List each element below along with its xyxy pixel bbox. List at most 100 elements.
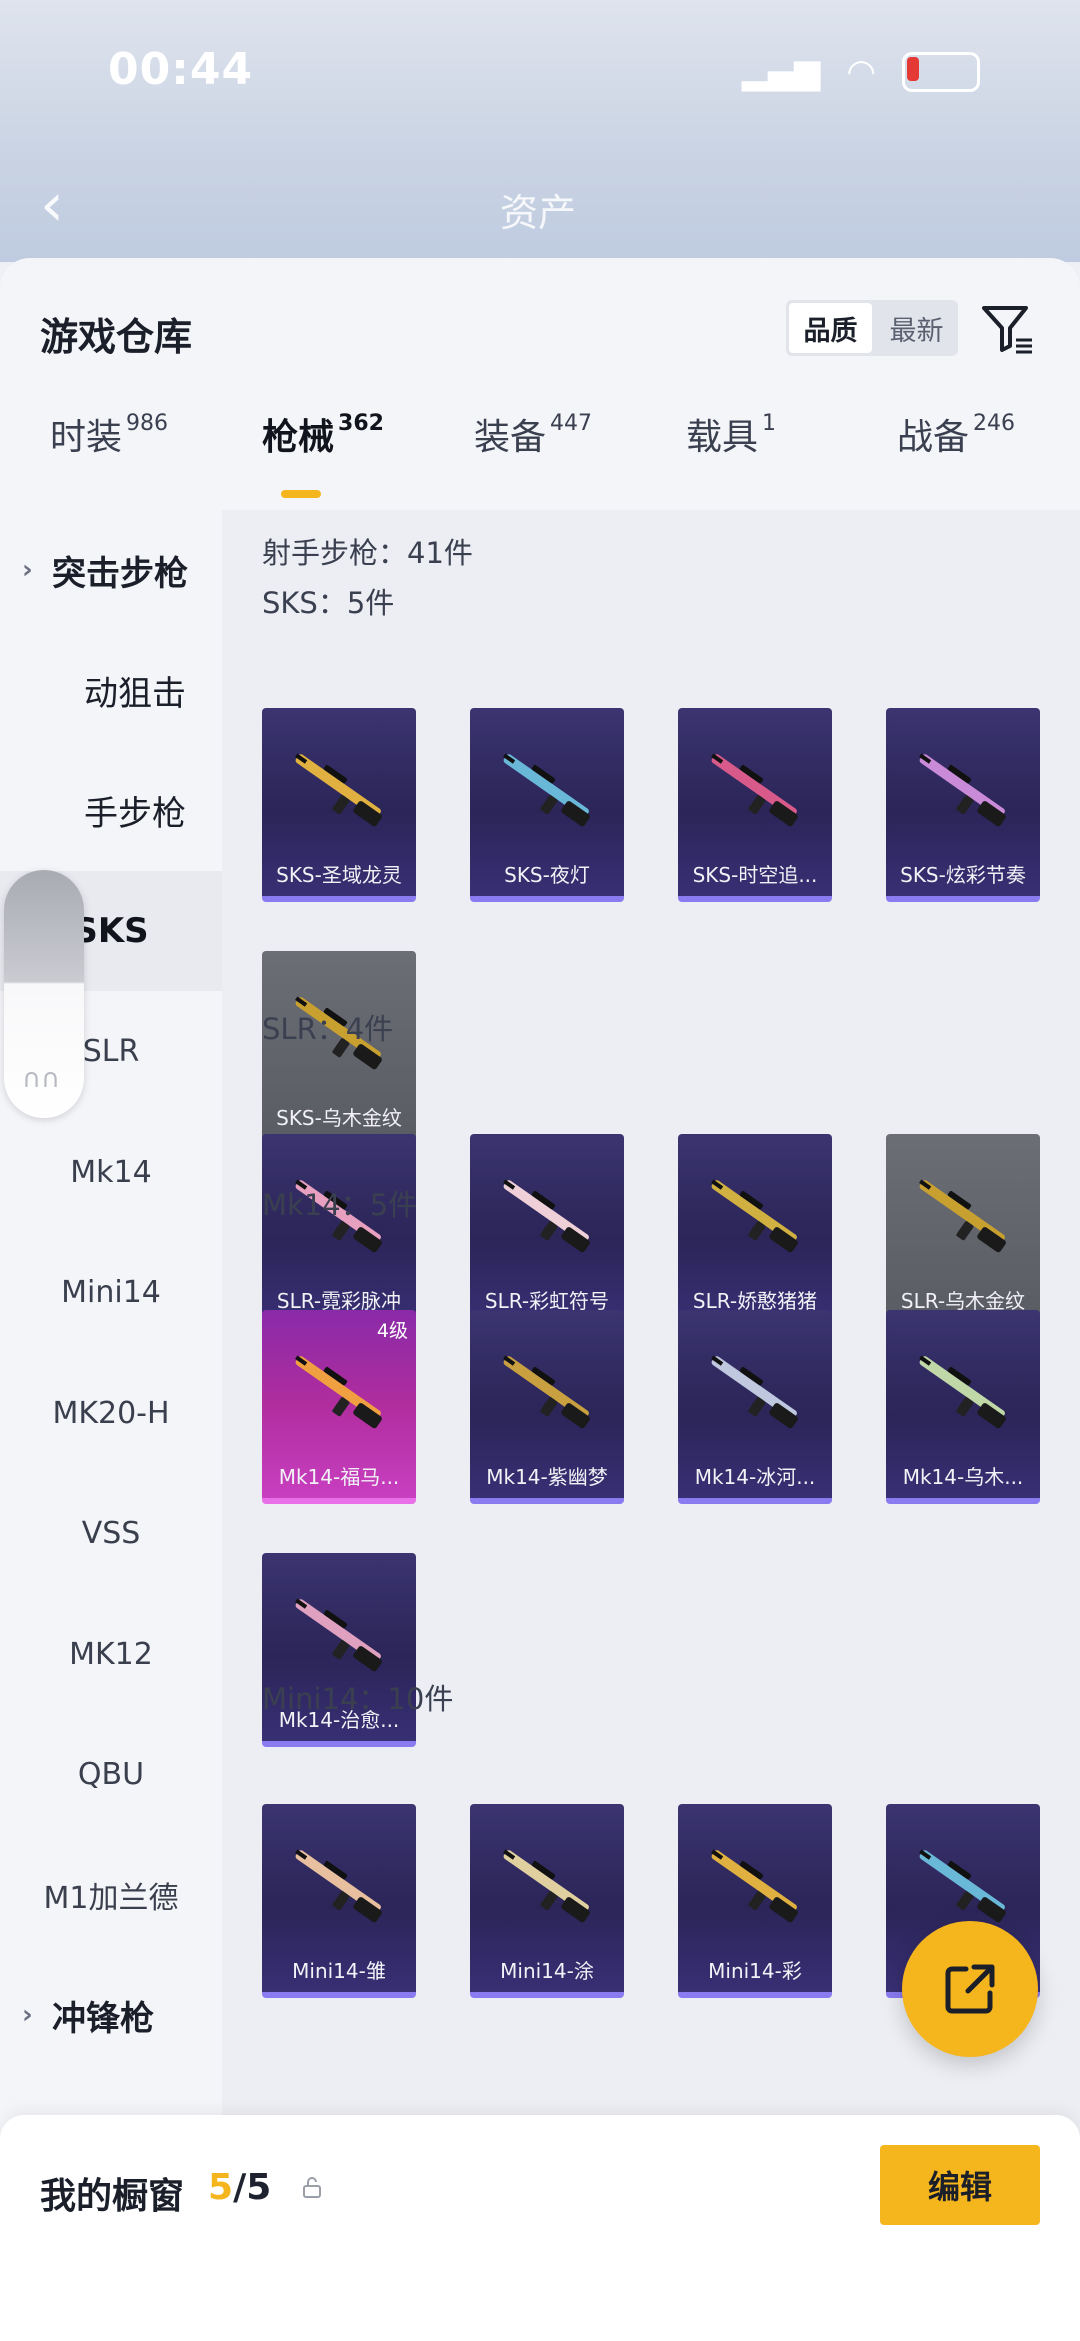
showcase-bar: 我的橱窗 5/5 编辑 bbox=[0, 2115, 1080, 2341]
tab-count: 362 bbox=[338, 411, 384, 436]
item-card[interactable]: Mini14-涂 bbox=[470, 1804, 624, 1998]
sidebar-group-smg[interactable]: › 冲锋枪 bbox=[0, 1955, 222, 2075]
chevron-right-icon: › bbox=[22, 555, 33, 585]
sort-toggle: 品质 最新 bbox=[786, 300, 958, 356]
item-card[interactable]: SLR-乌木金纹 bbox=[886, 1134, 1040, 1328]
tab-supplies[interactable]: 战备 246 bbox=[897, 408, 1015, 460]
chevron-right-icon: › bbox=[22, 2000, 33, 2030]
showcase-label: 我的橱窗 bbox=[40, 2176, 185, 2217]
tab-fashion[interactable]: 时装 986 bbox=[50, 408, 168, 460]
item-card[interactable]: SKS-炫彩节奏 bbox=[886, 708, 1040, 902]
sidebar-item-label: 手步枪 bbox=[84, 793, 186, 834]
item-card[interactable]: Mk14-冰河... bbox=[678, 1310, 832, 1504]
item-card[interactable]: Mini14-雏 bbox=[262, 1804, 416, 1998]
item-name: SKS-乌木金纹 bbox=[276, 1106, 402, 1130]
sidebar-item-mk20h[interactable]: MK20-H bbox=[0, 1353, 222, 1473]
sort-option-quality[interactable]: 品质 bbox=[789, 303, 872, 353]
app-header: 00:44 ▂▄▆ ◠ ‹ 资产 bbox=[0, 0, 1080, 262]
item-grid: 射手步枪：41件 SKS：5件 SKS-圣域龙灵 SKS-夜灯 SKS-时空追... S… bbox=[222, 510, 1080, 2341]
item-card[interactable]: SKS-时空追... bbox=[678, 708, 832, 902]
item-name: Mk14-福马... bbox=[278, 1465, 400, 1489]
rifle-icon bbox=[919, 1849, 1006, 1923]
share-button[interactable] bbox=[902, 1921, 1038, 2057]
section-label: SKS：5件 bbox=[262, 586, 395, 620]
sidebar-item-vss[interactable]: VSS bbox=[0, 1473, 222, 1593]
tab-count: 447 bbox=[550, 411, 593, 436]
item-card[interactable]: SKS-乌木金纹 bbox=[262, 951, 416, 1145]
section-label: Mini14：10件 bbox=[262, 1682, 454, 1716]
status-time: 00:44 bbox=[108, 44, 254, 95]
category-tabs: 时装 986 枪械 362 装备 447 载具 1 战备 246 bbox=[0, 408, 1080, 508]
rifle-icon bbox=[503, 1179, 590, 1253]
sidebar-item-mk14[interactable]: Mk14 bbox=[0, 1112, 222, 1232]
section-label: SLR：4件 bbox=[262, 1012, 394, 1046]
rifle-icon bbox=[295, 1598, 382, 1672]
rifle-icon bbox=[295, 753, 382, 827]
tab-firearms[interactable]: 枪械 362 bbox=[262, 408, 384, 460]
edit-button[interactable]: 编辑 bbox=[880, 2145, 1040, 2225]
tab-label: 载具 bbox=[686, 417, 759, 458]
sidebar-item-qbu[interactable]: QBU bbox=[0, 1714, 222, 1834]
item-name: Mk14-紫幽梦 bbox=[486, 1465, 608, 1489]
wifi-icon: ◠ bbox=[846, 52, 876, 92]
showcase-count-current: 5 bbox=[208, 2167, 234, 2208]
sort-option-newest[interactable]: 最新 bbox=[875, 300, 958, 356]
tab-equipment[interactable]: 装备 447 bbox=[474, 408, 592, 460]
sidebar-item-mk12[interactable]: MK12 bbox=[0, 1594, 222, 1714]
rifle-icon bbox=[919, 1179, 1006, 1253]
item-card[interactable]: 4级 Mk14-福马... bbox=[262, 1310, 416, 1504]
earbuds-icon: ∩∩ bbox=[22, 1064, 61, 1094]
tab-label: 战备 bbox=[897, 417, 970, 458]
sidebar-group-assault-rifles[interactable]: › 突击步枪 bbox=[0, 510, 222, 630]
active-tab-indicator bbox=[281, 490, 321, 498]
item-card[interactable]: SLR-娇憨猪猪 bbox=[678, 1134, 832, 1328]
share-external-icon bbox=[945, 1964, 995, 2014]
item-name: Mini14-雏 bbox=[292, 1959, 386, 1983]
item-card[interactable]: Mini14-彩 bbox=[678, 1804, 832, 1998]
rifle-icon bbox=[711, 753, 798, 827]
rifle-icon bbox=[503, 1355, 590, 1429]
rifle-icon bbox=[919, 753, 1006, 827]
status-icons: ▂▄▆ ◠ bbox=[742, 52, 980, 92]
tab-label: 枪械 bbox=[262, 417, 335, 458]
rifle-icon bbox=[295, 1849, 382, 1923]
lock-icon bbox=[303, 2177, 321, 2198]
item-card[interactable]: SKS-圣域龙灵 bbox=[262, 708, 416, 902]
item-card[interactable]: Mk14-紫幽梦 bbox=[470, 1310, 624, 1504]
rifle-icon bbox=[711, 1179, 798, 1253]
signal-icon: ▂▄▆ bbox=[741, 52, 821, 92]
back-button[interactable]: ‹ bbox=[40, 170, 64, 240]
rifle-icon bbox=[503, 1849, 590, 1923]
rifle-icon bbox=[503, 753, 590, 827]
sidebar-item-mini14[interactable]: Mini14 bbox=[0, 1232, 222, 1352]
item-name: SKS-夜灯 bbox=[504, 863, 590, 887]
rifle-icon bbox=[711, 1355, 798, 1429]
sidebar-item-label: 动狙击 bbox=[84, 673, 186, 714]
item-name: SKS-炫彩节奏 bbox=[900, 863, 1026, 887]
rifle-icon bbox=[711, 1849, 798, 1923]
item-name: Mk14-冰河... bbox=[694, 1465, 816, 1489]
rifle-icon bbox=[919, 1355, 1006, 1429]
item-level-badge: 4级 bbox=[376, 1320, 408, 1342]
item-name: SKS-时空追... bbox=[692, 863, 818, 887]
tab-count: 246 bbox=[973, 411, 1016, 436]
category-total: 射手步枪：41件 bbox=[262, 536, 473, 570]
sidebar-item-m1-garand[interactable]: M1加兰德 bbox=[0, 1835, 222, 1955]
tab-label: 装备 bbox=[474, 417, 547, 458]
tab-count: 986 bbox=[126, 411, 169, 436]
header-title: 资产 bbox=[500, 191, 577, 235]
item-card[interactable]: SKS-夜灯 bbox=[470, 708, 624, 902]
item-name: Mini14-涂 bbox=[500, 1959, 594, 1983]
item-card[interactable]: SLR-霓彩脉冲 bbox=[262, 1134, 416, 1328]
item-card[interactable]: Mk14-乌木... bbox=[886, 1310, 1040, 1504]
sidebar-group-dmr[interactable]: 动狙击 bbox=[0, 630, 222, 750]
tab-count: 1 bbox=[762, 411, 777, 436]
tab-vehicles[interactable]: 载具 1 bbox=[686, 408, 776, 460]
item-name: SKS-圣域龙灵 bbox=[276, 863, 402, 887]
sidebar-group-marksman[interactable]: 手步枪 bbox=[0, 750, 222, 870]
sidebar: › 突击步枪 动狙击 手步枪 SKS SLR Mk14 Mini14 MK20-… bbox=[0, 510, 222, 2341]
section-label: Mk14：5件 bbox=[262, 1188, 418, 1222]
item-card[interactable]: SLR-彩虹符号 bbox=[470, 1134, 624, 1328]
filter-icon[interactable] bbox=[980, 302, 1034, 356]
tab-label: 时装 bbox=[50, 417, 123, 458]
